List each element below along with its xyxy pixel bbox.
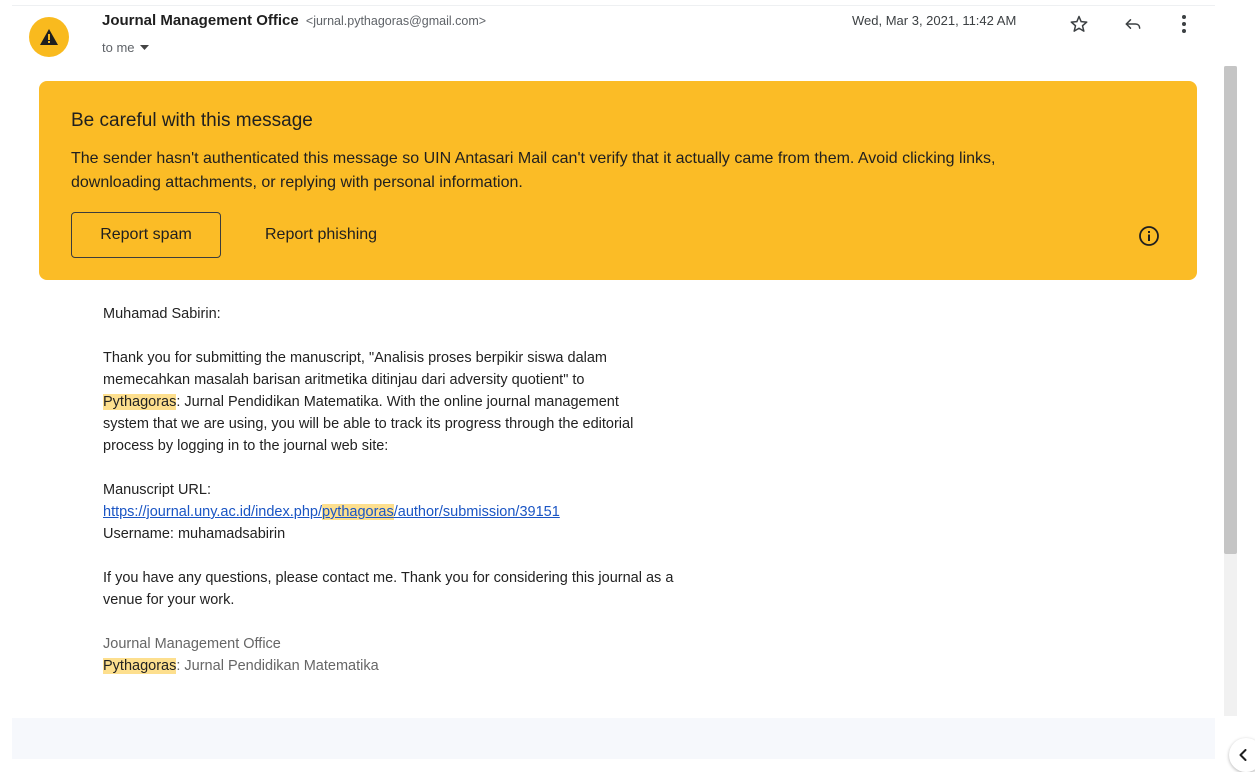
message-date: Wed, Mar 3, 2021, 11:42 AM (852, 13, 1017, 28)
recipient-label: to me (102, 40, 135, 55)
manuscript-url-label: Manuscript URL: (103, 482, 211, 498)
more-vert-icon (1182, 15, 1186, 33)
greeting: Muhamad Sabirin: (103, 306, 221, 322)
report-spam-button[interactable]: Report spam (71, 212, 221, 258)
warning-body: The sender hasn't authenticated this mes… (71, 147, 1171, 195)
divider (12, 5, 1215, 6)
chevron-left-icon (1239, 749, 1247, 761)
warning-banner: Be careful with this message The sender … (39, 81, 1197, 280)
signature-line: Journal Management Office (103, 636, 281, 652)
manuscript-info: Manuscript URL: https://journal.uny.ac.i… (103, 479, 703, 545)
star-icon (1070, 15, 1088, 32)
username-line: Username: muhamadsabirin (103, 526, 286, 542)
body-paragraph: Thank you for submitting the manuscript,… (103, 347, 663, 457)
warning-title: Be careful with this message (71, 110, 313, 131)
warning-body-line: downloading attachments, or replying wit… (71, 174, 523, 191)
info-icon[interactable] (1137, 224, 1161, 248)
star-button[interactable] (1067, 12, 1091, 36)
side-panel-toggle[interactable] (1229, 738, 1255, 772)
sender-email: <jurnal.pythagoras@gmail.com> (305, 14, 487, 28)
more-options-button[interactable] (1172, 12, 1196, 36)
warning-triangle-icon (40, 29, 58, 45)
highlight-pythagoras: Pythagoras (103, 394, 177, 410)
closing-paragraph: If you have any questions, please contac… (103, 570, 674, 608)
signature: Journal Management Office Pythagoras: Ju… (103, 633, 703, 677)
message-body: Muhamad Sabirin: Thank you for submittin… (103, 303, 703, 677)
sender-avatar[interactable] (29, 17, 69, 57)
report-phishing-button[interactable]: Report phishing (253, 212, 389, 258)
sender-name[interactable]: Journal Management Office (102, 12, 299, 29)
manuscript-link[interactable]: https://journal.uny.ac.id/index.php/pyth… (103, 504, 560, 520)
warning-body-line: The sender hasn't authenticated this mes… (71, 150, 996, 167)
signature-line: Pythagoras: Jurnal Pendidikan Matematika (103, 655, 703, 677)
sender-line: Journal Management Office <jurnal.pythag… (102, 12, 486, 29)
reply-icon (1125, 19, 1141, 29)
link-text: /author/submission/39151 (393, 504, 560, 520)
link-text: https://journal.uny.ac.id/index.php/ (103, 504, 322, 520)
body-text: Thank you for submitting the manuscript,… (103, 350, 607, 388)
signature-text: : Jurnal Pendidikan Matematika (176, 658, 379, 674)
signature-highlight: Pythagoras (103, 658, 177, 674)
bottom-bar (12, 718, 1215, 759)
link-highlight: pythagoras (321, 504, 394, 520)
caret-down-icon (139, 45, 149, 50)
scrollbar-thumb[interactable] (1224, 66, 1237, 554)
reply-button[interactable] (1121, 12, 1145, 36)
body-text: : Jurnal Pendidikan Matematika. With the… (103, 394, 634, 454)
recipient-dropdown[interactable]: to me (102, 40, 149, 55)
